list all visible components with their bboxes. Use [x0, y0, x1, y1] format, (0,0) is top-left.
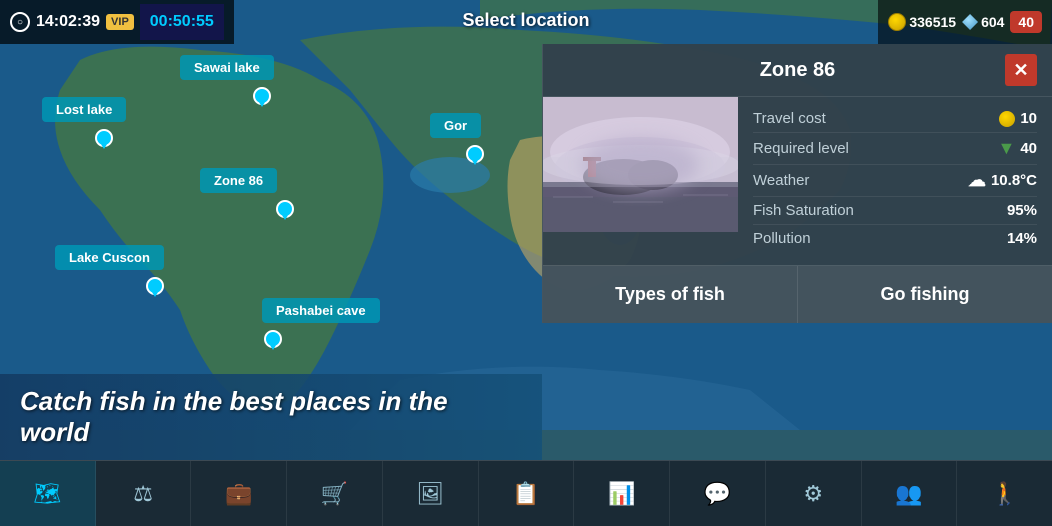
social-icon: 👥	[893, 478, 925, 510]
pollution-label: Pollution	[753, 230, 811, 247]
weather-icon: ☁	[968, 170, 986, 191]
travel-cost-row: Travel cost 10	[753, 105, 1037, 133]
travel-cost-label: Travel cost	[753, 110, 826, 127]
level-arrow-icon: ▼	[997, 138, 1015, 159]
location-label[interactable]: Lake Cuscon	[55, 245, 164, 270]
chat-icon: 💬	[702, 478, 734, 510]
coins-display: 336515	[888, 13, 956, 31]
types-of-fish-button[interactable]: Types of fish	[543, 266, 798, 323]
nav-item-stats[interactable]: 📊	[574, 461, 670, 526]
travel-cost-value: 10	[999, 110, 1037, 127]
shop-icon: 🛒	[319, 478, 351, 510]
weather-value: ☁ 10.8°C	[968, 170, 1037, 191]
location-pin	[97, 129, 111, 149]
stats-icon: 📊	[606, 478, 638, 510]
gem-amount: 604	[981, 14, 1004, 30]
nav-item-tasks[interactable]: 📋	[479, 461, 575, 526]
tasks-icon: 📋	[510, 478, 542, 510]
location-pin	[278, 200, 292, 220]
zone-close-button[interactable]: ✕	[1005, 54, 1037, 86]
current-time: 14:02:39	[36, 13, 100, 31]
weather-label: Weather	[753, 172, 809, 189]
currency-display: 336515 604 40	[878, 0, 1052, 44]
coin-amount: 336515	[909, 14, 956, 30]
gallery-icon: 🖼	[414, 478, 446, 510]
location-label[interactable]: Sawai lake	[180, 55, 274, 80]
inventory-icon: 💼	[223, 478, 255, 510]
gem-icon	[962, 14, 978, 30]
nav-item-social[interactable]: 👥	[862, 461, 958, 526]
required-level-label: Required level	[753, 140, 849, 157]
nav-item-gallery[interactable]: 🖼	[383, 461, 479, 526]
level-badge: 40	[1010, 11, 1042, 33]
clock-icon: ○	[10, 12, 30, 32]
location-pin	[255, 87, 269, 107]
nav-item-map[interactable]: 🗺	[0, 461, 96, 526]
pollution-value: 14%	[1007, 230, 1037, 247]
timer-display: 00:50:55	[140, 4, 224, 40]
promo-text: Catch fish in the best places in the wor…	[20, 386, 522, 448]
nav-item-inventory[interactable]: 💼	[191, 461, 287, 526]
zone-title: Zone 86	[590, 59, 1005, 82]
promo-banner: Catch fish in the best places in the wor…	[0, 374, 542, 460]
location-label[interactable]: Pashabei cave	[262, 298, 380, 323]
location-pin	[468, 145, 482, 165]
settings-icon: ⚙	[797, 478, 829, 510]
top-bar: ○ 14:02:39 VIP 00:50:55 Select location …	[0, 0, 1052, 44]
location-label[interactable]: Zone 86	[200, 168, 277, 193]
location-label[interactable]: Lost lake	[42, 97, 126, 122]
nav-item-shop[interactable]: 🛒	[287, 461, 383, 526]
vip-badge: VIP	[106, 14, 134, 30]
zone-panel: Zone 86 ✕	[542, 44, 1052, 323]
zone-info: Travel cost 10 Required level ▼ 40 Weath…	[738, 97, 1052, 260]
gems-display: 604	[962, 14, 1004, 30]
fish-saturation-value: 95%	[1007, 202, 1037, 219]
required-level-value: ▼ 40	[997, 138, 1037, 159]
select-location-label: Select location	[442, 0, 609, 41]
nav-item-balance[interactable]: ⚖	[96, 461, 192, 526]
fish-saturation-label: Fish Saturation	[753, 202, 854, 219]
nav-item-settings[interactable]: ⚙	[766, 461, 862, 526]
cost-coin-icon	[999, 111, 1015, 127]
zone-panel-header: Zone 86 ✕	[543, 44, 1052, 97]
map-icon: 🗺	[31, 478, 63, 510]
location-pin	[148, 277, 162, 297]
fish-saturation-row: Fish Saturation 95%	[753, 197, 1037, 225]
bottom-navigation: 🗺 ⚖ 💼 🛒 🖼 📋 📊 💬 ⚙ 👥 🚶	[0, 460, 1052, 526]
location-label[interactable]: Gor	[430, 113, 481, 138]
required-level-row: Required level ▼ 40	[753, 133, 1037, 165]
coin-icon	[888, 13, 906, 31]
balance-icon: ⚖	[127, 478, 159, 510]
pollution-row: Pollution 14%	[753, 225, 1037, 252]
weather-row: Weather ☁ 10.8°C	[753, 165, 1037, 197]
zone-image	[543, 97, 738, 232]
zone-scene-svg	[543, 97, 738, 232]
zone-actions: Types of fish Go fishing	[543, 265, 1052, 323]
nav-item-exit[interactable]: 🚶	[957, 461, 1052, 526]
time-display: ○ 14:02:39 VIP 00:50:55	[0, 0, 234, 44]
location-pin	[266, 330, 280, 350]
nav-item-chat[interactable]: 💬	[670, 461, 766, 526]
zone-content: Travel cost 10 Required level ▼ 40 Weath…	[543, 97, 1052, 260]
go-fishing-button[interactable]: Go fishing	[798, 266, 1052, 323]
exit-icon: 🚶	[989, 478, 1021, 510]
